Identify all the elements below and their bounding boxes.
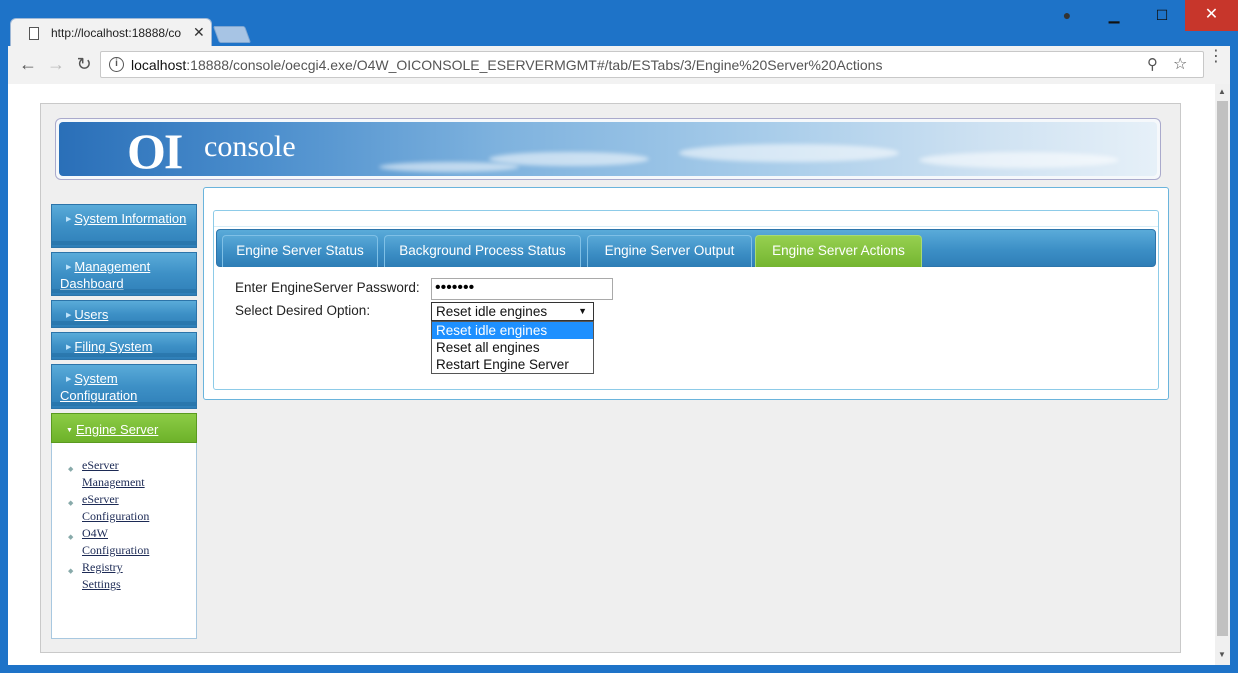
bookmark-star-icon[interactable]: ☆ <box>1173 54 1187 74</box>
bullet-icon: ◆ <box>68 465 74 473</box>
scroll-thumb[interactable] <box>1217 101 1228 636</box>
page-container: OI console ▶ System Information ▶ Manageme… <box>40 103 1181 653</box>
vertical-scrollbar[interactable]: ▲ ▼ <box>1215 84 1230 665</box>
main-panel: Engine Server Status Background Process … <box>203 187 1169 400</box>
cloud-decoration <box>489 152 649 166</box>
submenu-item-label[interactable]: O4W Configuration <box>82 525 162 559</box>
sidebar-item-management-dashboard[interactable]: ▶ Management Dashboard <box>51 252 197 296</box>
engine-server-submenu: ◆ eServer Management ◆ eServer Configurati… <box>51 443 197 639</box>
bullet-icon: ◆ <box>68 533 74 541</box>
tab-engine-server-status[interactable]: Engine Server Status <box>222 235 378 267</box>
panel-top-strip <box>214 211 1158 227</box>
submenu-item-label[interactable]: eServer Management <box>82 457 162 491</box>
option-dropdown: Reset idle engines Reset all engines Res… <box>431 321 594 374</box>
triangle-right-icon: ▶ <box>66 312 72 319</box>
address-bar[interactable]: i localhost:18888/console/oecgi4.exe/O4W… <box>100 51 1204 78</box>
tab-bar: Engine Server Status Background Process … <box>216 229 1156 267</box>
tab-title: http://localhost:18888/co <box>51 26 182 40</box>
option-label: Select Desired Option: <box>235 303 371 318</box>
minimize-button[interactable]: ▁ <box>1091 0 1137 31</box>
submenu-item-o4w-configuration[interactable]: ◆ O4W Configuration <box>68 525 196 559</box>
banner-sky: OI console <box>59 122 1157 176</box>
url-host: localhost <box>131 57 187 73</box>
password-label: Enter EngineServer Password: <box>235 280 420 295</box>
triangle-right-icon: ▶ <box>66 216 72 223</box>
sidebar-item-label: Users <box>74 307 109 322</box>
back-arrow-icon[interactable]: ← <box>16 54 40 75</box>
new-tab-button[interactable] <box>212 26 252 43</box>
sidebar-item-label: System Configuration <box>60 371 138 403</box>
url-text[interactable]: localhost:18888/console/oecgi4.exe/O4W_O… <box>131 57 882 73</box>
reload-icon[interactable]: ↻ <box>72 54 96 75</box>
triangle-right-icon: ▶ <box>66 344 72 351</box>
close-button[interactable]: ✕ <box>1185 0 1238 31</box>
sidebar-item-label: Management Dashboard <box>60 259 151 291</box>
sidebar-item-label: Engine Server <box>75 422 159 437</box>
browser-tab[interactable]: http://localhost:18888/co ✕ <box>10 18 212 48</box>
sidebar-item-label: Filing System <box>74 339 153 354</box>
sidebar-item-label: System Information <box>74 211 187 226</box>
browser-toolbar: ← → ↻ i localhost:18888/console/oecgi4.e… <box>8 46 1230 84</box>
sidebar-item-system-configuration[interactable]: ▶ System Configuration <box>51 364 197 409</box>
menu-icon[interactable]: ⋮ <box>1208 49 1224 65</box>
sidebar: ▶ System Information ▶ Management Dashboar… <box>51 204 197 639</box>
scroll-up-icon[interactable]: ▲ <box>1218 87 1226 96</box>
header-banner: OI console <box>55 118 1161 180</box>
bullet-icon: ◆ <box>68 567 74 575</box>
selected-option: Reset idle engines <box>436 304 548 319</box>
browser-window: http://localhost:18888/co ✕ ● ▁ ☐ ✕ ← → … <box>0 0 1238 673</box>
page-viewport: OI console ▶ System Information ▶ Manageme… <box>8 84 1230 665</box>
submenu-item-registry-settings[interactable]: ◆ Registry Settings <box>68 559 196 593</box>
option-restart-engine-server[interactable]: Restart Engine Server <box>432 356 593 373</box>
cloud-decoration <box>679 144 899 162</box>
url-path: :18888/console/oecgi4.exe/O4W_OICONSOLE_… <box>186 57 883 73</box>
forward-arrow-icon[interactable]: → <box>44 54 68 75</box>
cloud-decoration <box>919 152 1119 168</box>
sidebar-item-engine-server[interactable]: ▼ Engine Server <box>51 413 197 443</box>
sidebar-item-filing-system[interactable]: ▶ Filing System <box>51 332 197 360</box>
tab-background-process-status[interactable]: Background Process Status <box>384 235 581 267</box>
triangle-right-icon: ▶ <box>66 264 72 271</box>
tabs-container: Engine Server Status Background Process … <box>213 210 1159 390</box>
logo-console: console <box>204 130 296 163</box>
chevron-down-icon: ▼ <box>578 306 587 316</box>
option-reset-idle-engines[interactable]: Reset idle engines <box>432 322 593 339</box>
submenu-item-label[interactable]: Registry Settings <box>82 559 162 593</box>
bullet-icon: ◆ <box>68 499 74 507</box>
triangle-down-icon: ▼ <box>66 427 73 434</box>
tab-engine-server-output[interactable]: Engine Server Output <box>587 235 752 267</box>
tab-engine-server-actions[interactable]: Engine Server Actions <box>755 235 922 267</box>
option-reset-all-engines[interactable]: Reset all engines <box>432 339 593 356</box>
scroll-down-icon[interactable]: ▼ <box>1218 650 1226 659</box>
option-select[interactable]: Reset idle engines ▼ <box>431 302 594 321</box>
password-field[interactable]: ••••••• <box>431 278 613 300</box>
submenu-item-eserver-configuration[interactable]: ◆ eServer Configuration <box>68 491 196 525</box>
maximize-button[interactable]: ☐ <box>1139 0 1185 31</box>
page-icon <box>29 27 39 40</box>
cloud-decoration <box>379 162 519 172</box>
title-bar: http://localhost:18888/co ✕ ● ▁ ☐ ✕ <box>0 0 1238 48</box>
sidebar-item-users[interactable]: ▶ Users <box>51 300 197 328</box>
submenu-item-eserver-management[interactable]: ◆ eServer Management <box>68 457 196 491</box>
logo-oi: OI <box>127 123 183 176</box>
sidebar-item-system-information[interactable]: ▶ System Information <box>51 204 197 248</box>
user-profile-icon[interactable]: ● <box>1052 0 1082 31</box>
tab-close-icon[interactable]: ✕ <box>193 24 205 41</box>
zoom-icon[interactable]: ⚲ <box>1147 55 1158 73</box>
submenu-item-label[interactable]: eServer Configuration <box>82 491 162 525</box>
triangle-right-icon: ▶ <box>66 376 72 383</box>
info-icon[interactable]: i <box>109 57 124 72</box>
